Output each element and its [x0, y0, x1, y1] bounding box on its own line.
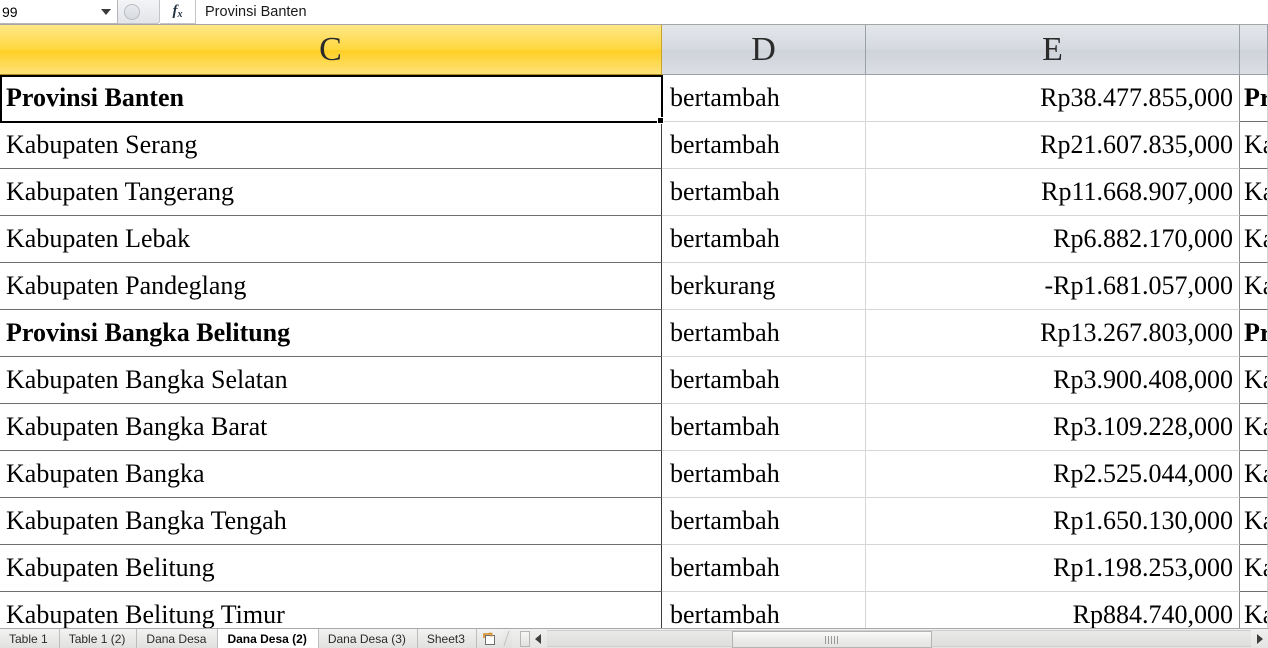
- name-box[interactable]: 99: [0, 0, 118, 24]
- cell-f[interactable]: Ka: [1240, 357, 1268, 404]
- scroll-left-arrow[interactable]: [530, 630, 547, 647]
- chevron-down-icon[interactable]: [101, 8, 111, 15]
- column-header-c[interactable]: C: [0, 25, 662, 75]
- column-header-e[interactable]: E: [866, 25, 1240, 75]
- table-row: Kabupaten Bangka Tengah bertambah Rp1.650.…: [0, 498, 1268, 545]
- cell-e[interactable]: -Rp1.681.057,000: [866, 263, 1240, 310]
- table-row: Kabupaten Pandeglang berkurang -Rp1.681.05…: [0, 263, 1268, 310]
- name-box-value: 99: [2, 3, 18, 20]
- cell-e[interactable]: Rp3.109.228,000: [866, 404, 1240, 451]
- cell-c[interactable]: Kabupaten Pandeglang: [0, 263, 662, 310]
- tab-split-handle[interactable]: [519, 630, 530, 647]
- cell-f[interactable]: Pr: [1240, 75, 1268, 122]
- cell-c[interactable]: Kabupaten Lebak: [0, 216, 662, 263]
- cell-f[interactable]: Ka: [1240, 169, 1268, 216]
- tab-separator: [502, 629, 512, 648]
- spreadsheet-grid: C D E Provinsi Banten bertambah Rp38.477.8…: [0, 25, 1268, 628]
- scroll-thumb-grip: [825, 635, 839, 644]
- cell-e[interactable]: Rp6.882.170,000: [866, 216, 1240, 263]
- cell-e[interactable]: Rp1.650.130,000: [866, 498, 1240, 545]
- cell-c[interactable]: Kabupaten Serang: [0, 122, 662, 169]
- sheet-tabs: Table 1 Table 1 (2) Dana Desa Dana Desa (2)…: [0, 629, 477, 648]
- formula-bar-controls: fx: [118, 0, 196, 24]
- fill-handle[interactable]: [657, 117, 664, 124]
- table-row: Kabupaten Bangka Selatan bertambah Rp3.900…: [0, 357, 1268, 404]
- scroll-track[interactable]: [546, 630, 1251, 648]
- cell-c[interactable]: Kabupaten Bangka Barat: [0, 404, 662, 451]
- grid-rows: Provinsi Banten bertambah Rp38.477.855,000…: [0, 75, 1268, 628]
- scroll-right-arrow[interactable]: [1251, 630, 1268, 647]
- scroll-thumb[interactable]: [731, 631, 932, 648]
- insert-function-round-icon[interactable]: [124, 4, 140, 20]
- sheet-tab[interactable]: Dana Desa (2): [218, 629, 319, 648]
- table-row: Kabupaten Bangka Barat bertambah Rp3.109.2…: [0, 404, 1268, 451]
- column-header-d[interactable]: D: [662, 25, 866, 75]
- cell-d[interactable]: bertambah: [662, 404, 866, 451]
- sheet-tab[interactable]: Dana Desa (3): [318, 629, 418, 648]
- table-row: Kabupaten Belitung bertambah Rp1.198.253,0…: [0, 545, 1268, 592]
- cell-f[interactable]: Ka: [1240, 498, 1268, 545]
- cell-d[interactable]: bertambah: [662, 216, 866, 263]
- cell-c[interactable]: Provinsi Bangka Belitung: [0, 310, 662, 357]
- cell-f[interactable]: Ka: [1240, 545, 1268, 592]
- table-row: Provinsi Bangka Belitung bertambah Rp13.26…: [0, 310, 1268, 357]
- cell-c[interactable]: Kabupaten Bangka: [0, 451, 662, 498]
- cell-d[interactable]: berkurang: [662, 263, 866, 310]
- cell-e[interactable]: Rp1.198.253,000: [866, 545, 1240, 592]
- table-row: Kabupaten Lebak bertambah Rp6.882.170,000 K…: [0, 216, 1268, 263]
- cell-f[interactable]: Ka: [1240, 216, 1268, 263]
- cell-c[interactable]: Kabupaten Belitung Timur: [0, 592, 662, 628]
- table-row: Kabupaten Serang bertambah Rp21.607.835,00…: [0, 122, 1268, 169]
- new-sheet-icon[interactable]: [476, 629, 503, 648]
- cell-f[interactable]: Pr: [1240, 310, 1268, 357]
- cell-f[interactable]: Ka: [1240, 451, 1268, 498]
- horizontal-scrollbar[interactable]: [512, 629, 1268, 648]
- cell-e[interactable]: Rp884.740,000: [866, 592, 1240, 628]
- table-row: Provinsi Banten bertambah Rp38.477.855,000…: [0, 75, 1268, 122]
- cell-e[interactable]: Rp2.525.044,000: [866, 451, 1240, 498]
- cell-d[interactable]: bertambah: [662, 75, 866, 122]
- insert-function-icon[interactable]: fx: [160, 0, 196, 24]
- cell-e[interactable]: Rp38.477.855,000: [866, 75, 1240, 122]
- excel-window: 99 fx Provinsi Banten C D E Provinsi Ban…: [0, 0, 1268, 648]
- cell-d[interactable]: bertambah: [662, 545, 866, 592]
- cell-e[interactable]: Rp21.607.835,000: [866, 122, 1240, 169]
- cell-f[interactable]: Ka: [1240, 404, 1268, 451]
- cell-c[interactable]: Kabupaten Tangerang: [0, 169, 662, 216]
- cell-d[interactable]: bertambah: [662, 498, 866, 545]
- table-row: Kabupaten Bangka bertambah Rp2.525.044,000…: [0, 451, 1268, 498]
- cell-d[interactable]: bertambah: [662, 122, 866, 169]
- cell-c[interactable]: Kabupaten Belitung: [0, 545, 662, 592]
- column-headers: C D E: [0, 25, 1268, 75]
- cell-c[interactable]: Kabupaten Bangka Tengah: [0, 498, 662, 545]
- cell-e[interactable]: Rp11.668.907,000: [866, 169, 1240, 216]
- sheet-tab[interactable]: Table 1 (2): [59, 629, 138, 648]
- cell-d[interactable]: bertambah: [662, 310, 866, 357]
- cell-f[interactable]: Ka: [1240, 592, 1268, 628]
- table-row: Kabupaten Tangerang bertambah Rp11.668.907…: [0, 169, 1268, 216]
- column-header-f[interactable]: [1240, 25, 1268, 75]
- cell-e[interactable]: Rp3.900.408,000: [866, 357, 1240, 404]
- cell-e[interactable]: Rp13.267.803,000: [866, 310, 1240, 357]
- cell-c[interactable]: Kabupaten Bangka Selatan: [0, 357, 662, 404]
- cell-d[interactable]: bertambah: [662, 451, 866, 498]
- cell-c[interactable]: Provinsi Banten: [0, 75, 662, 122]
- sheet-tab[interactable]: Table 1: [0, 629, 60, 648]
- cancel-enter-button-group[interactable]: [118, 0, 160, 24]
- sheet-tab[interactable]: Dana Desa: [137, 629, 219, 648]
- table-row: Kabupaten Belitung Timur bertambah Rp884.7…: [0, 592, 1268, 628]
- cell-f[interactable]: Ka: [1240, 263, 1268, 310]
- cell-d[interactable]: bertambah: [662, 357, 866, 404]
- formula-input[interactable]: Provinsi Banten: [196, 0, 1268, 24]
- cell-f[interactable]: Ka: [1240, 122, 1268, 169]
- cell-d[interactable]: bertambah: [662, 592, 866, 628]
- cell-d[interactable]: bertambah: [662, 169, 866, 216]
- sheet-tab-bar: Table 1 Table 1 (2) Dana Desa Dana Desa (2)…: [0, 628, 1268, 648]
- formula-bar: 99 fx Provinsi Banten: [0, 0, 1268, 25]
- sheet-tab[interactable]: Sheet3: [417, 629, 477, 648]
